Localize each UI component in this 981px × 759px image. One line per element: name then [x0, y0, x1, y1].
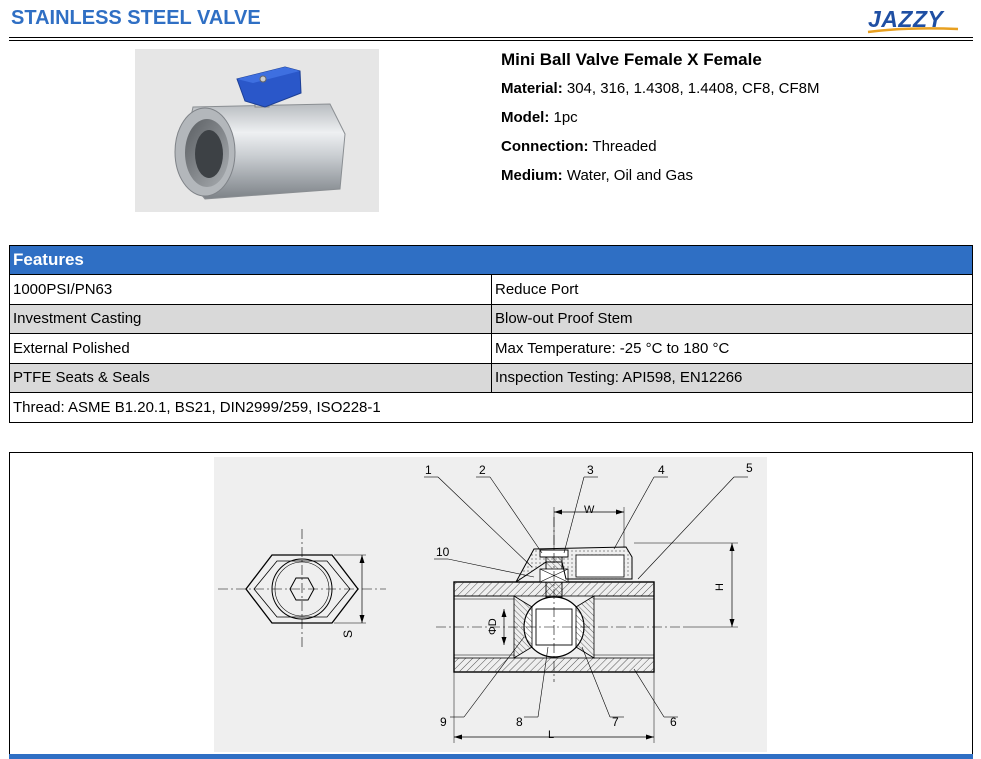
callout-8: 8	[516, 715, 523, 729]
page-title: STAINLESS STEEL VALVE	[11, 7, 261, 29]
technical-drawing: S 1 2 3 4 5 10 9 8 7 6 W H ΦD L	[214, 457, 767, 752]
table-cell: External Polished	[9, 333, 492, 364]
spec-value: 304, 316, 1.4308, 1.4408, CF8, CF8M	[566, 80, 820, 97]
table-cell-thread: Thread: ASME B1.20.1, BS21, DIN2999/259,…	[9, 392, 973, 423]
table-row: Thread: ASME B1.20.1, BS21, DIN2999/259,…	[9, 392, 973, 423]
dim-label-w: W	[584, 504, 595, 516]
section-view	[436, 517, 684, 682]
product-photo	[135, 49, 379, 212]
header-divider-secondary	[9, 40, 973, 41]
dim-label-d: ΦD	[487, 618, 499, 635]
spec-value: 1pc	[553, 109, 578, 126]
end-view	[218, 529, 386, 647]
dim-label-s: S	[341, 630, 355, 638]
spec-model: Model: 1pc	[501, 109, 578, 126]
spec-label: Material:	[501, 80, 563, 97]
callout-7: 7	[612, 715, 619, 729]
features-table: Features 1000PSI/PN63 Reduce Port Invest…	[9, 245, 973, 423]
spec-label: Model:	[501, 109, 550, 126]
spec-value: Threaded	[592, 138, 657, 155]
dim-label-l: L	[548, 729, 554, 741]
table-cell: 1000PSI/PN63	[9, 274, 492, 305]
callout-3: 3	[587, 463, 594, 477]
table-cell: Max Temperature: -25 °C to 180 °C	[491, 333, 973, 364]
logo-swoosh	[867, 27, 959, 34]
spec-label: Connection:	[501, 138, 589, 155]
spec-connection: Connection: Threaded	[501, 138, 657, 155]
callout-4: 4	[658, 463, 665, 477]
table-cell: Investment Casting	[9, 303, 492, 334]
callout-10: 10	[436, 545, 450, 559]
table-row: Investment Casting Blow-out Proof Stem	[9, 303, 973, 334]
table-row: External Polished Max Temperature: -25 °…	[9, 333, 973, 364]
spec-value: Water, Oil and Gas	[566, 167, 694, 184]
table-cell: Blow-out Proof Stem	[491, 303, 973, 334]
spec-label: Medium:	[501, 167, 563, 184]
header-divider	[9, 37, 973, 38]
callout-5: 5	[746, 461, 753, 475]
dim-label-h: H	[714, 583, 726, 591]
callout-1: 1	[425, 463, 432, 477]
callout-2: 2	[479, 463, 486, 477]
table-cell: Inspection Testing: API598, EN12266	[491, 362, 973, 393]
features-heading: Features	[9, 245, 973, 275]
callout-9: 9	[440, 715, 447, 729]
table-row: 1000PSI/PN63 Reduce Port	[9, 274, 973, 305]
footer-bar	[9, 754, 973, 759]
spec-medium: Medium: Water, Oil and Gas	[501, 167, 693, 184]
table-cell: PTFE Seats & Seals	[9, 362, 492, 393]
table-cell: Reduce Port	[491, 274, 973, 305]
callout-6: 6	[670, 715, 677, 729]
spec-material: Material: 304, 316, 1.4308, 1.4408, CF8,…	[501, 80, 820, 97]
product-name: Mini Ball Valve Female X Female	[501, 50, 762, 69]
table-row: PTFE Seats & Seals Inspection Testing: A…	[9, 362, 973, 393]
